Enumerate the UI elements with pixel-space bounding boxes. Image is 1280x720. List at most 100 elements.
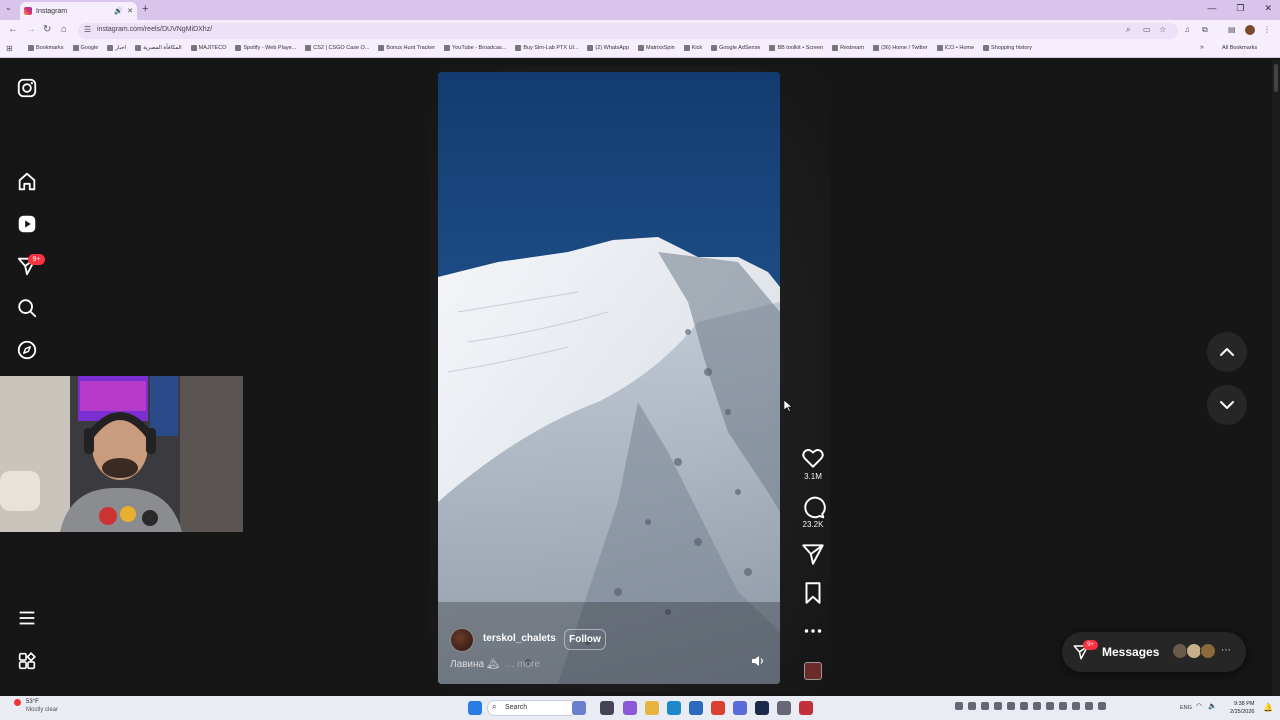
like-heart-icon[interactable] [800, 445, 826, 471]
bookmark-star-icon[interactable]: ☆ [1159, 25, 1166, 34]
back-icon[interactable]: ← [8, 24, 18, 35]
downloads-icon[interactable]: ▤ [1228, 25, 1236, 34]
tray-icon[interactable] [1059, 702, 1067, 710]
notifications-icon[interactable]: 🔔 [1263, 703, 1273, 712]
store-icon[interactable] [689, 701, 703, 715]
bookmark-item[interactable]: ICO • Home [936, 45, 974, 51]
maximize-icon[interactable]: ❐ [1236, 3, 1244, 14]
explore-nav-icon[interactable] [16, 339, 38, 361]
bookmark-item[interactable]: MatrixxSpin [638, 45, 675, 51]
more-menu-icon[interactable] [16, 607, 38, 629]
volume-icon[interactable]: 🔈 [1208, 702, 1217, 710]
tray-icon[interactable] [1085, 702, 1093, 710]
caption-more-link[interactable]: ... more [506, 659, 540, 670]
also-from-meta-icon[interactable] [16, 650, 38, 672]
bookmark-item[interactable]: المكافأة المصرية [135, 45, 182, 51]
audio-toggle-icon[interactable] [751, 655, 765, 667]
save-bookmark-icon[interactable] [800, 580, 826, 606]
tray-icon[interactable] [1020, 702, 1028, 710]
taskbar-clock[interactable]: 9:38 PM 2/25/2026 [1230, 700, 1254, 716]
address-bar[interactable] [78, 23, 1178, 39]
bookmark-item[interactable]: Bonus Hunt Tracker [378, 45, 435, 51]
tray-icon[interactable] [955, 702, 963, 710]
discord-icon[interactable] [733, 701, 747, 715]
bookmark-item[interactable]: CS2 | CSGO Case O... [305, 45, 369, 51]
close-window-icon[interactable]: ✕ [1264, 3, 1272, 14]
minimize-icon[interactable]: — [1207, 3, 1216, 14]
bookmark-item[interactable]: اخبار [107, 45, 126, 51]
tray-icon[interactable] [1007, 702, 1015, 710]
bookmarks-overflow-icon[interactable]: » [1200, 44, 1204, 51]
reels-nav-icon[interactable] [16, 213, 38, 235]
zoom-icon[interactable]: ⌕ [1126, 25, 1130, 35]
url-text[interactable]: instagram.com/reels/DUVNgMiDXhz/ [97, 26, 212, 33]
taskbar-search[interactable] [487, 700, 577, 716]
steam-icon[interactable] [755, 701, 769, 715]
tray-icon[interactable] [968, 702, 976, 710]
next-reel-button[interactable] [1207, 385, 1247, 425]
cast-icon[interactable]: ▭ [1143, 25, 1151, 34]
page-scrollbar[interactable] [1272, 60, 1280, 696]
tray-icon[interactable] [1046, 702, 1054, 710]
search-nav-icon[interactable] [16, 297, 38, 319]
bookmark-item[interactable]: Buy Sim-Lab PTX Ul... [515, 45, 578, 51]
home-icon[interactable]: ⌂ [61, 24, 67, 35]
creator-username[interactable]: terskol_chalets [483, 633, 556, 644]
forward-icon[interactable]: → [26, 24, 36, 35]
new-tab-button[interactable]: + [142, 3, 148, 15]
home-nav-icon[interactable] [16, 171, 38, 193]
widgets-icon[interactable] [572, 701, 586, 715]
bookmark-item[interactable]: Google [72, 45, 98, 51]
settings-icon[interactable] [777, 701, 791, 715]
all-bookmarks-link[interactable]: All Bookmarks [1222, 45, 1257, 51]
scrollbar-thumb[interactable] [1274, 64, 1278, 92]
wifi-icon[interactable]: ◠ [1196, 702, 1202, 710]
share-send-icon[interactable] [800, 541, 826, 567]
site-info-icon[interactable]: ☰ [84, 25, 91, 34]
bookmark-item[interactable]: Bookmarks [28, 45, 64, 51]
previous-reel-button[interactable] [1207, 332, 1247, 372]
creator-avatar[interactable] [450, 628, 474, 652]
reload-icon[interactable]: ↻ [43, 24, 51, 35]
profile-avatar[interactable] [1245, 25, 1255, 35]
tab-close-icon[interactable]: ✕ [127, 7, 133, 15]
start-icon[interactable] [468, 701, 482, 715]
tray-icon[interactable] [981, 702, 989, 710]
more-options-icon[interactable] [800, 618, 826, 644]
weather-widget[interactable]: 53°F Mostly clear [26, 698, 58, 714]
tray-icon[interactable] [1098, 702, 1106, 710]
input-language[interactable]: ENG [1180, 705, 1192, 711]
edge-icon[interactable] [667, 701, 681, 715]
tray-icon[interactable] [1072, 702, 1080, 710]
bookmark-item[interactable]: (2) WhatsApp [587, 45, 629, 51]
comment-icon[interactable] [800, 494, 826, 520]
tray-icon[interactable] [994, 702, 1002, 710]
browser-tab[interactable]: Instagram 🔊 ✕ [20, 2, 137, 20]
bookmark-item[interactable]: Restream [832, 45, 864, 51]
bookmark-item[interactable]: Shopping history [983, 45, 1032, 51]
tab-search-icon[interactable]: ⌄ [5, 3, 12, 12]
bookmark-item[interactable]: (36) Home / Twitter [872, 45, 928, 51]
bookmark-item[interactable]: Kick [683, 45, 702, 51]
tab-audio-icon[interactable]: 🔊 [114, 7, 123, 15]
extensions-icon[interactable]: ⧉ [1202, 25, 1208, 35]
reel-video[interactable] [438, 72, 780, 684]
follow-button[interactable]: Follow [564, 629, 606, 650]
bookmark-item[interactable]: Google AdSense [711, 45, 760, 51]
tray-icon[interactable] [1033, 702, 1041, 710]
bookmark-item[interactable]: Spotify - Web Playe... [235, 45, 296, 51]
original-audio-thumbnail[interactable] [804, 662, 822, 680]
messages-more-icon[interactable]: ⋯ [1221, 645, 1231, 656]
copilot-icon[interactable] [623, 701, 637, 715]
apps-icon[interactable]: ⊞ [6, 44, 13, 53]
menu-icon[interactable]: ⋮ [1263, 25, 1271, 34]
media-icon[interactable]: ♫ [1184, 25, 1190, 34]
file-explorer-icon[interactable] [645, 701, 659, 715]
bookmark-item[interactable]: YouTube - Broadcas... [444, 45, 506, 51]
chrome-icon[interactable] [711, 701, 725, 715]
bookmark-item[interactable]: MAJITECO [190, 45, 226, 51]
bookmark-item[interactable]: BB toolkit • Screen [769, 45, 823, 51]
obs-app-icon[interactable] [799, 701, 813, 715]
task-view-icon[interactable] [600, 701, 614, 715]
instagram-logo-icon[interactable] [16, 77, 38, 99]
